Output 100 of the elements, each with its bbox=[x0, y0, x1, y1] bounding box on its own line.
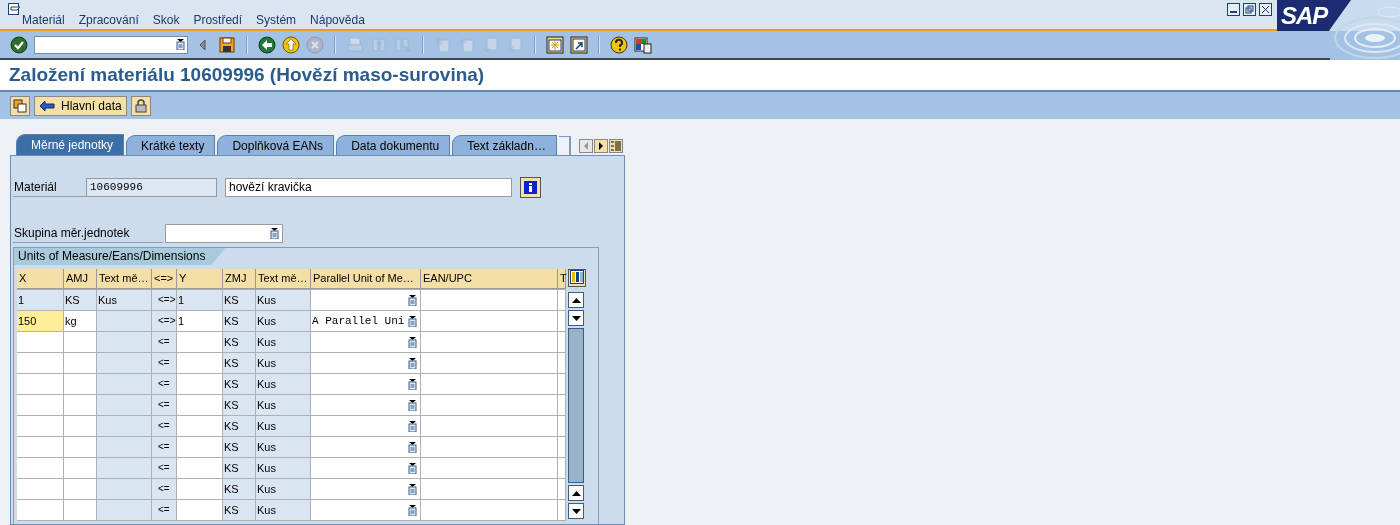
dropdown-icon[interactable] bbox=[408, 294, 417, 306]
table-cell[interactable] bbox=[421, 374, 558, 395]
table-cell[interactable] bbox=[64, 395, 97, 416]
description-field[interactable]: hovězí kravička bbox=[225, 178, 512, 197]
tab[interactable]: Krátké texty bbox=[126, 135, 216, 155]
tab[interactable]: Doplňková EANs bbox=[217, 135, 335, 155]
restore-icon[interactable] bbox=[1243, 3, 1256, 16]
scroll-right-button[interactable] bbox=[593, 139, 608, 153]
table-cell[interactable] bbox=[421, 437, 558, 458]
command-field[interactable] bbox=[34, 35, 188, 54]
table-cell[interactable] bbox=[177, 416, 223, 437]
menu-item[interactable]: Materiál bbox=[22, 13, 65, 28]
table-cell[interactable] bbox=[421, 395, 558, 416]
tab[interactable]: Text základn… bbox=[452, 135, 557, 155]
lock-button[interactable] bbox=[130, 95, 151, 116]
table-cell[interactable] bbox=[311, 353, 421, 374]
table-cell[interactable]: kg bbox=[64, 311, 97, 332]
dropdown-icon[interactable] bbox=[408, 483, 417, 495]
table-cell[interactable]: 150 bbox=[17, 311, 64, 332]
table-cell[interactable] bbox=[311, 437, 421, 458]
table-cell[interactable] bbox=[558, 353, 566, 374]
dropdown-icon[interactable] bbox=[408, 336, 417, 348]
info-button[interactable] bbox=[520, 177, 541, 198]
table-cell[interactable] bbox=[177, 437, 223, 458]
scrollbar-thumb[interactable] bbox=[568, 328, 584, 483]
table-cell[interactable] bbox=[558, 479, 566, 500]
table-cell[interactable] bbox=[64, 353, 97, 374]
table-cell[interactable] bbox=[421, 332, 558, 353]
table-cell[interactable] bbox=[421, 311, 558, 332]
table-cell[interactable] bbox=[64, 374, 97, 395]
table-cell[interactable] bbox=[421, 416, 558, 437]
table-cell[interactable] bbox=[64, 479, 97, 500]
dropdown-icon[interactable] bbox=[176, 39, 185, 50]
table-cell[interactable] bbox=[311, 374, 421, 395]
minimize-icon[interactable] bbox=[1227, 3, 1240, 16]
tab-list-button[interactable] bbox=[608, 139, 623, 153]
table-cell[interactable] bbox=[558, 458, 566, 479]
layout-settings-icon[interactable] bbox=[634, 35, 652, 54]
table-cell[interactable]: A Parallel Uni bbox=[311, 311, 421, 332]
unit-group-field[interactable] bbox=[165, 224, 283, 243]
table-cell[interactable] bbox=[421, 479, 558, 500]
back-icon[interactable] bbox=[258, 35, 276, 54]
table-cell[interactable] bbox=[311, 395, 421, 416]
page-down-button[interactable] bbox=[568, 310, 584, 326]
table-cell[interactable] bbox=[17, 479, 64, 500]
table-cell[interactable] bbox=[421, 353, 558, 374]
column-header[interactable]: Y bbox=[177, 269, 223, 289]
table-cell[interactable] bbox=[421, 458, 558, 479]
table-cell[interactable] bbox=[17, 500, 64, 521]
column-header[interactable]: X bbox=[17, 269, 64, 289]
table-cell[interactable] bbox=[421, 500, 558, 521]
menu-item[interactable]: Skok bbox=[152, 13, 180, 28]
scroll-down-button[interactable] bbox=[568, 503, 584, 519]
menu-item[interactable]: Zpracování bbox=[78, 13, 139, 28]
close-icon[interactable] bbox=[1259, 3, 1272, 16]
table-cell[interactable]: 1 bbox=[177, 311, 223, 332]
dropdown-icon[interactable] bbox=[408, 462, 417, 474]
table-cell[interactable] bbox=[558, 332, 566, 353]
table-cell[interactable] bbox=[17, 416, 64, 437]
table-cell[interactable] bbox=[64, 416, 97, 437]
table-cell[interactable] bbox=[177, 500, 223, 521]
column-header[interactable]: T bbox=[558, 269, 566, 289]
table-cell[interactable] bbox=[64, 332, 97, 353]
tab[interactable]: Data dokumentu bbox=[336, 135, 451, 155]
table-cell[interactable] bbox=[558, 500, 566, 521]
dropdown-icon[interactable] bbox=[408, 357, 417, 369]
table-cell[interactable] bbox=[17, 374, 64, 395]
dropdown-icon[interactable] bbox=[408, 504, 417, 516]
dropdown-icon[interactable] bbox=[408, 441, 417, 453]
table-cell[interactable] bbox=[311, 290, 421, 311]
table-cell[interactable] bbox=[311, 332, 421, 353]
table-cell[interactable] bbox=[64, 437, 97, 458]
dropdown-icon[interactable] bbox=[408, 420, 417, 432]
table-cell[interactable] bbox=[64, 458, 97, 479]
help-icon[interactable] bbox=[610, 35, 628, 54]
dropdown-icon[interactable] bbox=[408, 315, 417, 327]
table-cell[interactable] bbox=[311, 500, 421, 521]
table-cell[interactable] bbox=[311, 416, 421, 437]
column-header[interactable]: Parallel Unit of Me… bbox=[311, 269, 421, 289]
table-cell[interactable] bbox=[558, 311, 566, 332]
table-cell[interactable] bbox=[17, 353, 64, 374]
table-cell[interactable] bbox=[558, 395, 566, 416]
table-cell[interactable] bbox=[558, 437, 566, 458]
dropdown-icon[interactable] bbox=[408, 378, 417, 390]
column-header[interactable]: <=> bbox=[152, 269, 177, 289]
column-header[interactable]: AMJ bbox=[64, 269, 97, 289]
table-cell[interactable] bbox=[311, 458, 421, 479]
table-cell[interactable] bbox=[177, 458, 223, 479]
new-window-icon[interactable] bbox=[546, 35, 564, 54]
exit-icon[interactable] bbox=[282, 35, 300, 54]
table-cell[interactable] bbox=[177, 395, 223, 416]
table-cell[interactable] bbox=[311, 479, 421, 500]
table-cell[interactable] bbox=[177, 353, 223, 374]
dropdown-icon[interactable] bbox=[408, 399, 417, 411]
table-cell[interactable] bbox=[421, 290, 558, 311]
table-cell[interactable] bbox=[17, 395, 64, 416]
table-cell[interactable] bbox=[558, 374, 566, 395]
tab[interactable]: Měrné jednotky bbox=[16, 134, 125, 155]
column-header[interactable]: EAN/UPC bbox=[421, 269, 558, 289]
table-cell[interactable] bbox=[17, 437, 64, 458]
